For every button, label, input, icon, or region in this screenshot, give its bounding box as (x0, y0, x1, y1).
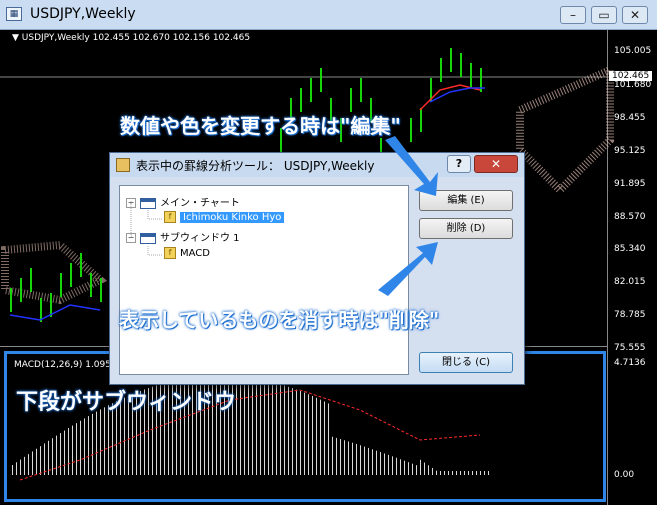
price-axis-label: 85.340 (614, 244, 646, 254)
window-titlebar: ▦ USDJPY,Weekly – ▭ ✕ (0, 0, 657, 30)
tree-connector-lines (130, 200, 162, 256)
candle (90, 273, 92, 297)
sub-window-callout: 下段がサブウィンドウ (16, 390, 237, 415)
kijun-line-left (9, 304, 101, 321)
candle (420, 108, 422, 132)
current-price-tag: 102.465 (609, 71, 653, 81)
chart-info-line: ▼ USDJPY,Weekly 102.455 102.670 102.156 … (12, 33, 251, 43)
close-window-button[interactable]: ✕ (622, 6, 648, 24)
candle (450, 48, 452, 72)
candle (300, 88, 302, 112)
indicator-list-icon (116, 158, 130, 172)
candle (70, 263, 72, 287)
restore-button[interactable]: ▭ (591, 6, 617, 24)
candle (360, 78, 362, 102)
edit-callout: 数値や色を変更する時は"編集" (120, 114, 401, 138)
candle (310, 78, 312, 102)
help-button[interactable]: ? (447, 155, 471, 173)
ichimoku-cloud-right (516, 63, 614, 196)
ichimoku-cloud-left (0, 240, 108, 305)
window-title: USDJPY,Weekly (30, 6, 136, 22)
close-button[interactable]: 閉じる (C) (419, 352, 513, 373)
candle (30, 268, 32, 292)
candle (80, 253, 82, 277)
kijun-line (429, 87, 485, 103)
indicator-list-dialog: 表示中の罫線分析ツール： USDJPY,Weekly ? ✕ − メイン・チャート… (109, 152, 525, 385)
price-axis-label: 105.005 (614, 46, 652, 56)
price-axis-label: 82.015 (614, 277, 646, 287)
candle (10, 288, 12, 312)
delete-button[interactable]: 削除 (D) (419, 218, 513, 239)
chart-app-icon: ▦ (6, 7, 22, 21)
candle (410, 118, 412, 142)
price-axis-label: 95.125 (614, 146, 646, 156)
dialog-close-x-button[interactable]: ✕ (474, 155, 518, 173)
candle (350, 88, 352, 112)
candle (440, 58, 442, 82)
candle (20, 278, 22, 302)
delete-callout: 表示しているものを消す時は"削除" (119, 308, 440, 332)
indicator-tree[interactable]: − メイン・チャート f Ichimoku Kinko Hyo − サブウィンドウ 1… (119, 185, 409, 375)
dialog-title: 表示中の罫線分析ツール： USDJPY,Weekly (136, 159, 375, 173)
macd-axis-max: 4.7136 (614, 358, 646, 368)
price-axis-label: 101.680 (614, 80, 652, 90)
price-axis-label: 91.895 (614, 179, 646, 189)
tree-node-label: Ichimoku Kinko Hyo (180, 212, 285, 223)
minimize-button[interactable]: – (560, 6, 586, 24)
candle (320, 68, 322, 92)
tree-node-ichimoku[interactable]: f Ichimoku Kinko Hyo (164, 211, 285, 223)
candle (100, 278, 102, 302)
price-axis-label: 98.455 (614, 113, 646, 123)
price-axis-label: 88.570 (614, 212, 646, 222)
price-axis-label: 75.555 (614, 343, 646, 353)
price-axis-label: 78.785 (614, 310, 646, 320)
candle (460, 53, 462, 77)
macd-axis-zero: 0.00 (614, 470, 635, 480)
dialog-titlebar: 表示中の罫線分析ツール： USDJPY,Weekly ? ✕ (110, 153, 524, 177)
candle (470, 63, 472, 87)
edit-button[interactable]: 編集 (E) (419, 190, 513, 211)
candle (60, 273, 62, 297)
tree-node-label: MACD (180, 248, 210, 259)
